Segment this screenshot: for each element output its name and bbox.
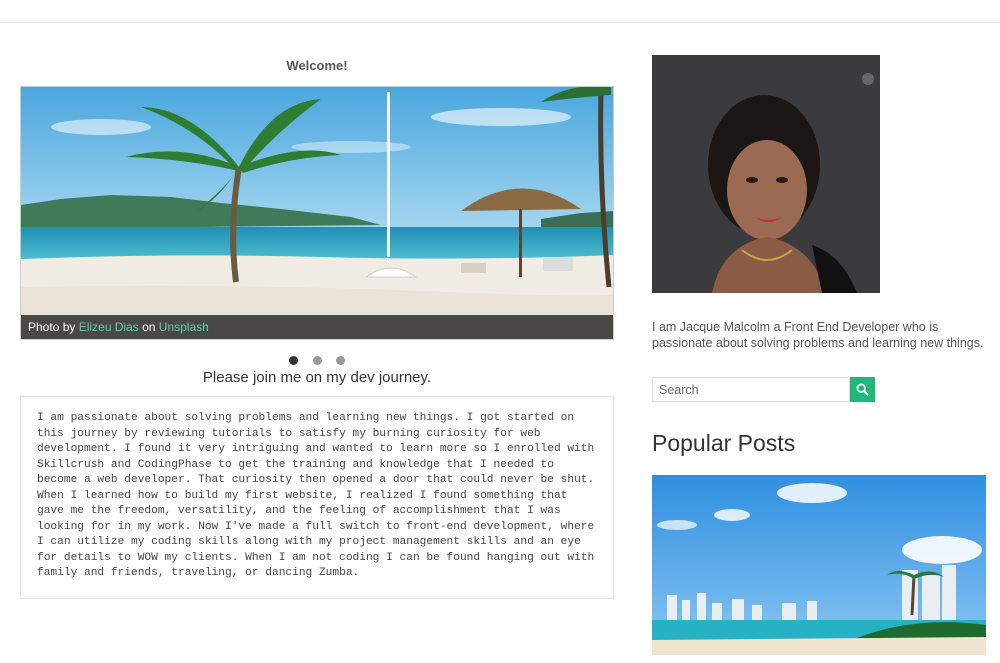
popular-posts-heading: Popular Posts [652, 430, 796, 456]
welcome-heading: Welcome! [286, 58, 348, 73]
about-text: I am passionate about solving problems a… [20, 396, 614, 599]
main-content: Welcome! Photo by Elizeu Dias on Unsplas… [20, 22, 614, 599]
search-button[interactable] [850, 377, 875, 402]
slider-dots [20, 352, 614, 365]
bio-text: I am Jacque Malcolm a Front End Develope… [652, 320, 984, 350]
beach-photo [21, 87, 613, 339]
caption-connector: on [142, 320, 156, 334]
journey-heading: Please join me on my dev journey. [202, 369, 432, 386]
unsplash-link[interactable]: Unsplash [159, 320, 209, 334]
caption-prefix: Photo by [28, 320, 76, 334]
search-input[interactable] [652, 377, 850, 402]
slider-dot-2[interactable] [312, 356, 322, 365]
search-form [652, 377, 986, 402]
city-coast-photo [652, 475, 986, 655]
search-icon [856, 383, 869, 396]
author-link[interactable]: Elizeu Dias [79, 320, 139, 334]
popular-post-image[interactable] [652, 475, 986, 655]
image-slider[interactable]: Photo by Elizeu Dias on Unsplash [20, 86, 614, 340]
profile-photo [652, 55, 880, 293]
top-bar [0, 0, 1000, 23]
slider-dot-3[interactable] [335, 356, 345, 365]
portrait-image [652, 55, 880, 293]
photo-caption: Photo by Elizeu Dias on Unsplash [21, 315, 613, 339]
slider-dot-1[interactable] [289, 356, 299, 365]
sidebar: I am Jacque Malcolm a Front End Develope… [652, 55, 986, 655]
